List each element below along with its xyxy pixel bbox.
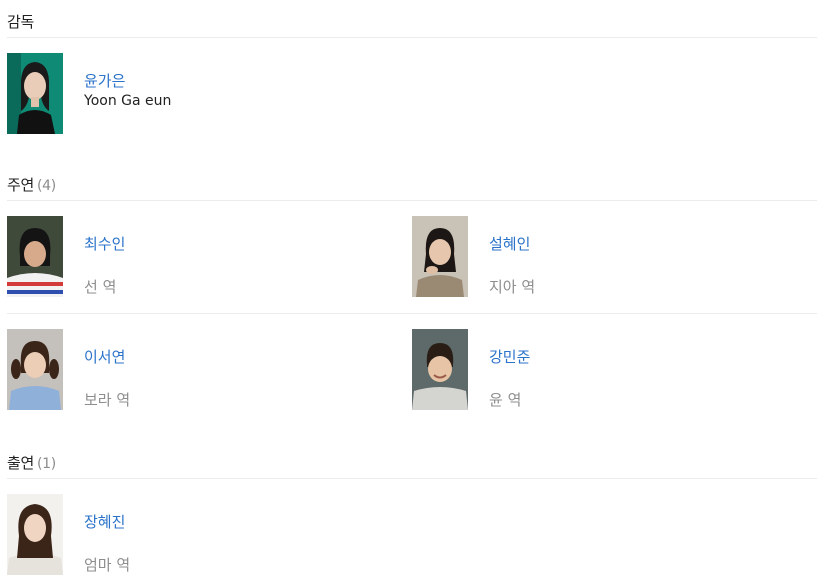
row-divider <box>7 313 817 314</box>
lead-divider <box>7 200 817 201</box>
cast-role: 지아 역 <box>489 278 536 296</box>
support-section-label: 출연 <box>7 454 35 472</box>
cast-photo[interactable] <box>7 216 63 297</box>
cast-role: 윤 역 <box>489 391 522 409</box>
director-section-title: 감독 <box>7 11 34 32</box>
cast-role: 보라 역 <box>84 391 131 409</box>
cast-name[interactable]: 최수인 <box>84 233 125 254</box>
cast-photo[interactable] <box>412 329 468 410</box>
director-section-label: 감독 <box>7 13 35 31</box>
cast-photo[interactable] <box>412 216 468 297</box>
cast-name[interactable]: 설혜인 <box>489 233 530 254</box>
cast-name[interactable]: 이서연 <box>84 346 125 367</box>
lead-section-title: 주연 (4) <box>7 174 56 195</box>
cast-name[interactable]: 장혜진 <box>84 511 125 532</box>
director-name-en: Yoon Ga eun <box>84 93 172 109</box>
cast-item: 장혜진 엄마 역 <box>7 494 387 575</box>
cast-item: 설혜인 지아 역 <box>412 216 792 297</box>
cast-photo[interactable] <box>7 329 63 410</box>
director-name[interactable]: 윤가은 <box>84 70 125 91</box>
cast-item: 이서연 보라 역 <box>7 329 387 410</box>
support-section-title: 출연 (1) <box>7 452 56 473</box>
cast-role: 선 역 <box>84 278 117 296</box>
director-photo[interactable] <box>7 53 63 134</box>
director-divider <box>7 37 817 38</box>
lead-section-count: (4) <box>37 178 56 194</box>
director-item: 윤가은 Yoon Ga eun <box>7 53 307 134</box>
support-section-count: (1) <box>37 456 56 472</box>
lead-section-label: 주연 <box>7 176 35 194</box>
cast-photo[interactable] <box>7 494 63 575</box>
support-divider <box>7 478 817 479</box>
cast-item: 강민준 윤 역 <box>412 329 792 410</box>
cast-item: 최수인 선 역 <box>7 216 387 297</box>
cast-role: 엄마 역 <box>84 556 131 574</box>
cast-name[interactable]: 강민준 <box>489 346 530 367</box>
